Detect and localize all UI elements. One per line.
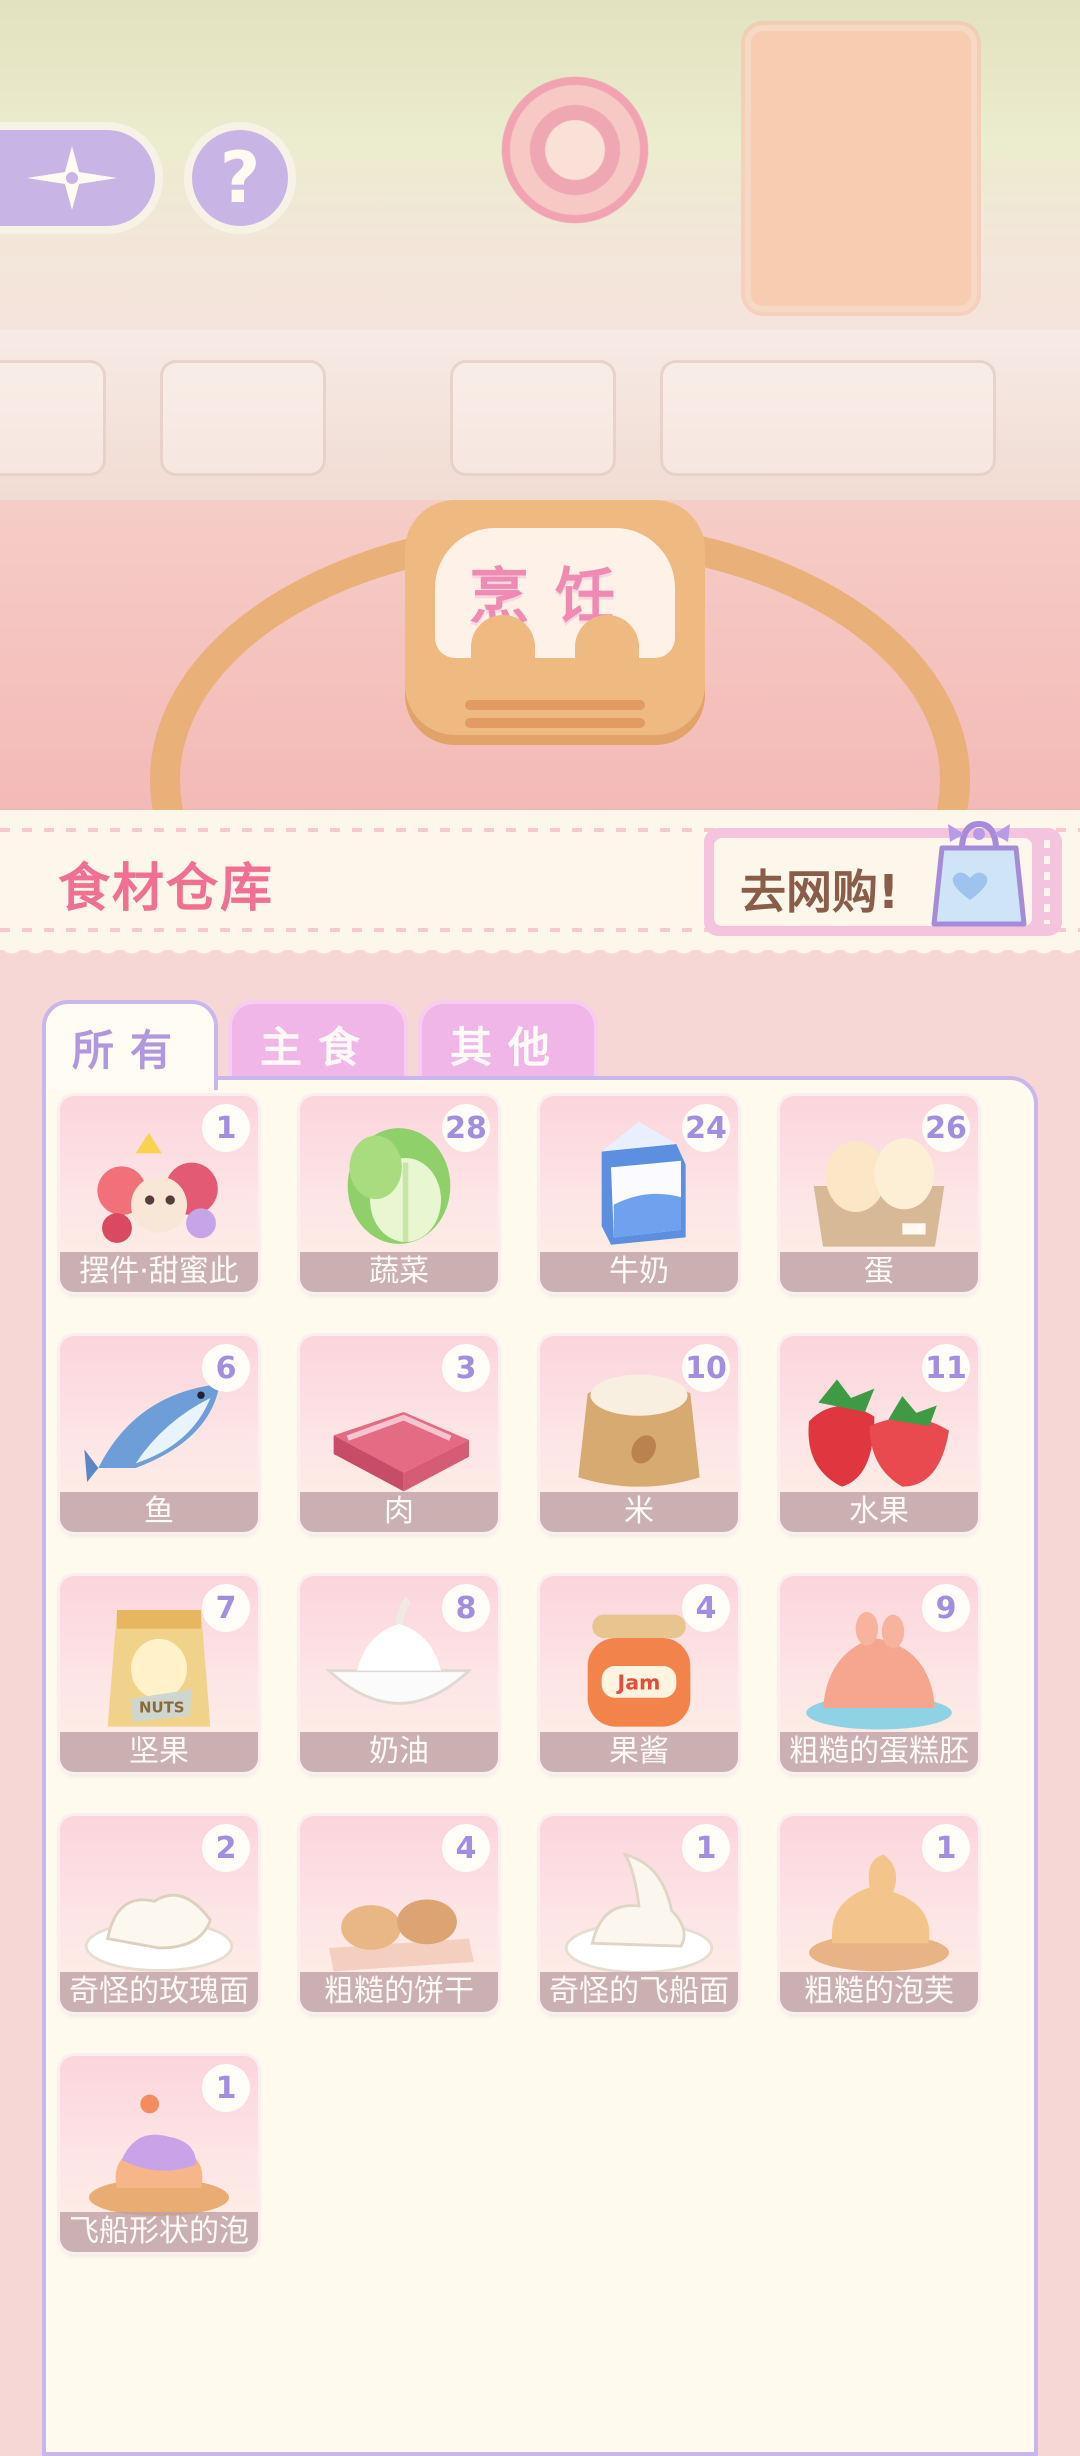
go-shopping-button[interactable]: 去网购! [704,820,1062,936]
item-count-badge: 7 [202,1584,250,1632]
item-label: 奇怪的玫瑰面 [60,1972,258,2012]
tab-other[interactable]: 其他 [418,1000,598,1084]
item-count-badge: 4 [442,1824,490,1872]
go-shopping-label: 去网购! [740,865,899,919]
item-count-badge: 26 [922,1104,970,1152]
item-count-badge: 4 [682,1584,730,1632]
ingredient-item[interactable]: 9 粗糙的蛋糕胚 [780,1576,978,1772]
item-count-badge: 1 [202,1104,250,1152]
ingredient-item[interactable]: NUTS 7 坚果 [60,1576,258,1772]
ingredient-item[interactable]: 1 飞船形状的泡 [60,2056,258,2252]
item-label: 摆件·甜蜜此 [60,1252,258,1292]
item-label: 蛋 [780,1252,978,1292]
item-count-badge: 2 [202,1824,250,1872]
item-label: 飞船形状的泡 [60,2212,258,2252]
ingredient-item[interactable]: 26 蛋 [780,1096,978,1292]
item-label: 粗糙的泡芙 [780,1972,978,2012]
item-label: 鱼 [60,1492,258,1532]
item-label: 粗糙的蛋糕胚 [780,1732,978,1772]
tab-all[interactable]: 所有 [42,1000,218,1090]
item-label: 粗糙的饼干 [300,1972,498,2012]
svg-text:NUTS: NUTS [139,1699,185,1717]
item-label: 奇怪的飞船面 [540,1972,738,2012]
item-count-badge: 1 [682,1824,730,1872]
item-count-badge: 24 [682,1104,730,1152]
ingredient-item[interactable]: 3肉 [300,1336,498,1532]
wall-panel [160,360,326,476]
help-button[interactable]: ? [184,122,296,234]
ingredient-item[interactable]: 10 米 [540,1336,738,1532]
page-title: 食材仓库 [58,859,275,919]
item-label: 坚果 [60,1732,258,1772]
ingredient-item[interactable]: 28 蔬菜 [300,1096,498,1292]
question-mark-icon: ? [219,137,261,219]
ingredient-item[interactable]: 1 摆件·甜蜜此 [60,1096,258,1292]
item-count-badge: 1 [202,2064,250,2112]
item-label: 米 [540,1492,738,1532]
item-count-badge: 3 [442,1344,490,1392]
wall-panel [0,360,106,476]
tab-staple[interactable]: 主食 [228,1000,408,1084]
wall-panel [450,360,616,476]
ingredient-item[interactable]: 8 奶油 [300,1576,498,1772]
cooking-sign: 烹饪 [405,500,705,745]
ingredient-item[interactable]: 6鱼 [60,1336,258,1532]
ingredient-item[interactable]: 24 牛奶 [540,1096,738,1292]
item-count-badge: 8 [442,1584,490,1632]
shopping-bag-icon [931,820,1027,927]
item-label: 奶油 [300,1732,498,1772]
wall-panel [660,360,996,476]
cooking-sign-text: 烹饪 [469,562,641,632]
ingredient-item[interactable]: 4 粗糙的饼干 [300,1816,498,2012]
item-count-badge: 28 [442,1104,490,1152]
sparkle-back-icon [26,146,117,210]
item-label: 果酱 [540,1732,738,1772]
back-button[interactable] [0,122,163,234]
kitchen-scene-background: 烹饪 [0,0,1080,820]
ingredient-item[interactable]: 1 粗糙的泡芙 [780,1816,978,2012]
item-label: 水果 [780,1492,978,1532]
item-label: 肉 [300,1492,498,1532]
item-count-badge: 11 [922,1344,970,1392]
ingredient-item[interactable]: 2 奇怪的玫瑰面 [60,1816,258,2012]
item-label: 蔬菜 [300,1252,498,1292]
ingredient-item[interactable]: Jam 4 果酱 [540,1576,738,1772]
item-count-badge: 1 [922,1824,970,1872]
svg-text:Jam: Jam [616,1670,661,1694]
item-count-badge: 10 [682,1344,730,1392]
item-label: 牛奶 [540,1252,738,1292]
ingredient-item[interactable]: 1 奇怪的飞船面 [540,1816,738,2012]
item-count-badge: 6 [202,1344,250,1392]
header-scallop-edge [0,942,1080,962]
wall-rosette-decoration [500,60,650,240]
item-count-badge: 9 [922,1584,970,1632]
ingredient-item[interactable]: 11 水果 [780,1336,978,1532]
wall-picture-frame [745,25,977,312]
